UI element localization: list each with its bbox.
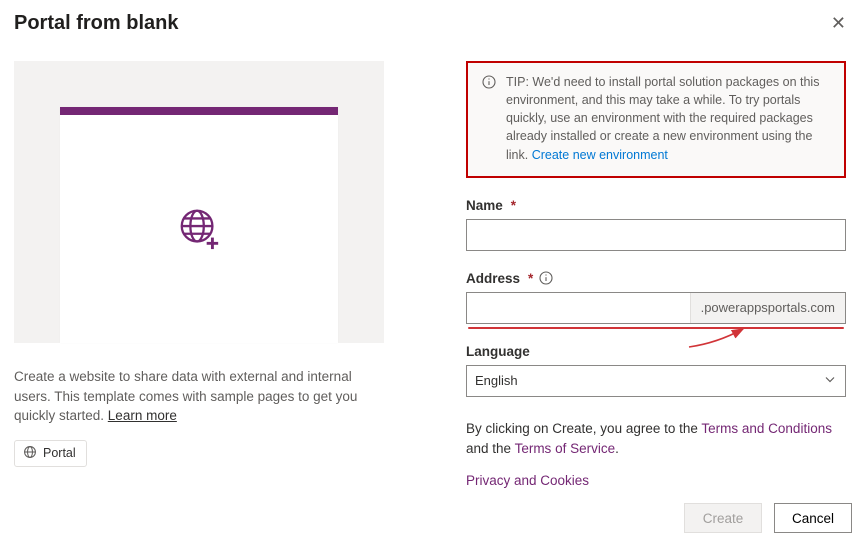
info-icon[interactable] [539, 271, 553, 285]
info-icon [482, 75, 496, 164]
privacy-link[interactable]: Privacy and Cookies [466, 473, 589, 488]
language-select[interactable]: English [466, 365, 846, 397]
name-label: Name* [466, 198, 846, 213]
category-tag-label: Portal [43, 446, 76, 460]
globe-plus-icon [176, 205, 222, 254]
legal-text: By clicking on Create, you agree to the … [466, 419, 846, 460]
address-label: Address* [466, 271, 846, 286]
learn-more-link[interactable]: Learn more [108, 408, 177, 423]
close-button[interactable]: ✕ [825, 12, 852, 34]
tip-text: TIP: We'd need to install portal solutio… [506, 73, 830, 164]
address-input[interactable] [467, 293, 690, 323]
template-preview [14, 61, 384, 343]
dialog-title: Portal from blank [14, 12, 178, 35]
preview-card [60, 107, 338, 343]
cancel-button[interactable]: Cancel [774, 503, 852, 533]
name-input[interactable] [466, 219, 846, 251]
language-label: Language [466, 344, 846, 359]
address-suffix: .powerappsportals.com [690, 293, 845, 323]
annotation-underline [468, 327, 844, 329]
tip-banner: TIP: We'd need to install portal solutio… [466, 61, 846, 178]
create-button[interactable]: Create [684, 503, 762, 533]
globe-icon [23, 445, 37, 462]
create-environment-link[interactable]: Create new environment [532, 148, 668, 162]
terms-conditions-link[interactable]: Terms and Conditions [701, 421, 832, 436]
terms-service-link[interactable]: Terms of Service [515, 441, 616, 456]
close-icon: ✕ [831, 13, 846, 33]
template-description: Create a website to share data with exte… [14, 367, 384, 426]
category-tag: Portal [14, 440, 87, 467]
